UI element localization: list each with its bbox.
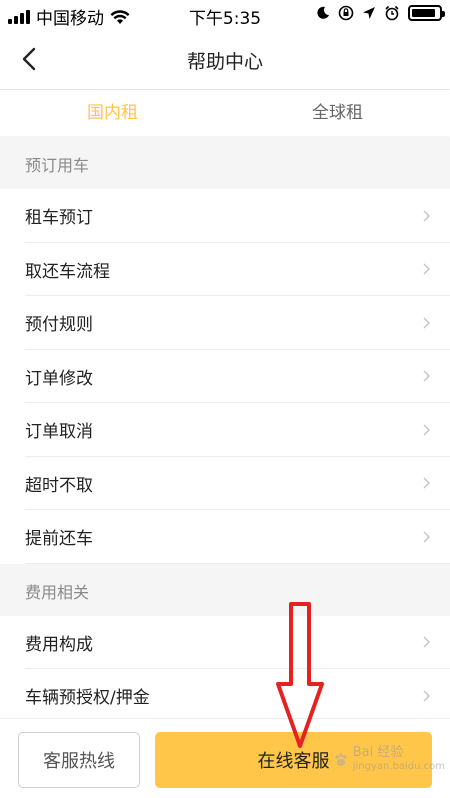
list-item[interactable]: 订单修改	[0, 349, 450, 403]
list-item-label: 取还车流程	[25, 261, 110, 282]
list-item-label: 预付规则	[25, 315, 93, 336]
tab-domestic[interactable]: 国内租	[0, 90, 225, 136]
alarm-icon	[385, 5, 399, 21]
red-arrow-icon	[276, 602, 324, 748]
list-item[interactable]: 订单取消	[0, 403, 450, 457]
chevron-right-icon	[423, 370, 430, 382]
orientation-lock-icon	[338, 5, 354, 21]
location-icon	[363, 7, 375, 19]
watermark-brand: Bai 经验	[352, 745, 404, 760]
page-title: 帮助中心	[186, 51, 263, 73]
section-header-booking: 预订用车	[0, 137, 450, 189]
tab-global[interactable]: 全球租	[225, 90, 450, 136]
battery-icon	[408, 5, 445, 21]
list-item-label: 订单取消	[25, 422, 93, 443]
help-list: 预订用车 租车预订 取还车流程 预付规则 订单修改 订单取消 超时不取 提前还车…	[0, 137, 450, 723]
chevron-right-icon	[423, 636, 430, 648]
chevron-right-icon	[423, 317, 430, 329]
list-item[interactable]: 预付规则	[0, 296, 450, 350]
list-item-label: 车辆预授权/押金	[25, 688, 150, 709]
chevron-right-icon	[423, 477, 430, 489]
tab-bar: 国内租 全球租	[0, 90, 450, 136]
watermark-url: jingyan.baidu.com	[352, 761, 445, 772]
list-item[interactable]: 租车预订	[0, 189, 450, 243]
status-bar: 中国移动 下午5:35	[0, 0, 450, 30]
list-item-label: 费用构成	[25, 634, 93, 655]
list-item[interactable]: 提前还车	[0, 510, 450, 564]
battery-fill	[412, 9, 436, 17]
nav-bar: 帮助中心	[0, 30, 450, 90]
customer-hotline-button[interactable]: 客服热线	[18, 732, 140, 788]
list-item-label: 租车预订	[25, 208, 93, 229]
list-item-label: 超时不取	[25, 475, 93, 496]
chevron-right-icon	[423, 531, 430, 543]
section-header-fees: 费用相关	[0, 563, 450, 616]
list-item[interactable]: 超时不取	[0, 456, 450, 510]
baidu-watermark: Bai 经验 jingyan.baidu.com	[333, 740, 445, 780]
chevron-right-icon	[423, 210, 430, 222]
status-right	[316, 5, 445, 21]
list-item[interactable]: 车辆预授权/押金	[0, 669, 450, 723]
list-item-label: 提前还车	[25, 529, 93, 550]
list-item[interactable]: 费用构成	[0, 615, 450, 669]
chevron-right-icon	[423, 424, 430, 436]
list-item[interactable]: 取还车流程	[0, 242, 450, 296]
chevron-right-icon	[423, 690, 430, 702]
list-item-label: 订单修改	[25, 368, 93, 389]
paw-icon	[335, 753, 347, 767]
moon-icon	[317, 6, 329, 19]
chevron-right-icon	[423, 263, 430, 275]
